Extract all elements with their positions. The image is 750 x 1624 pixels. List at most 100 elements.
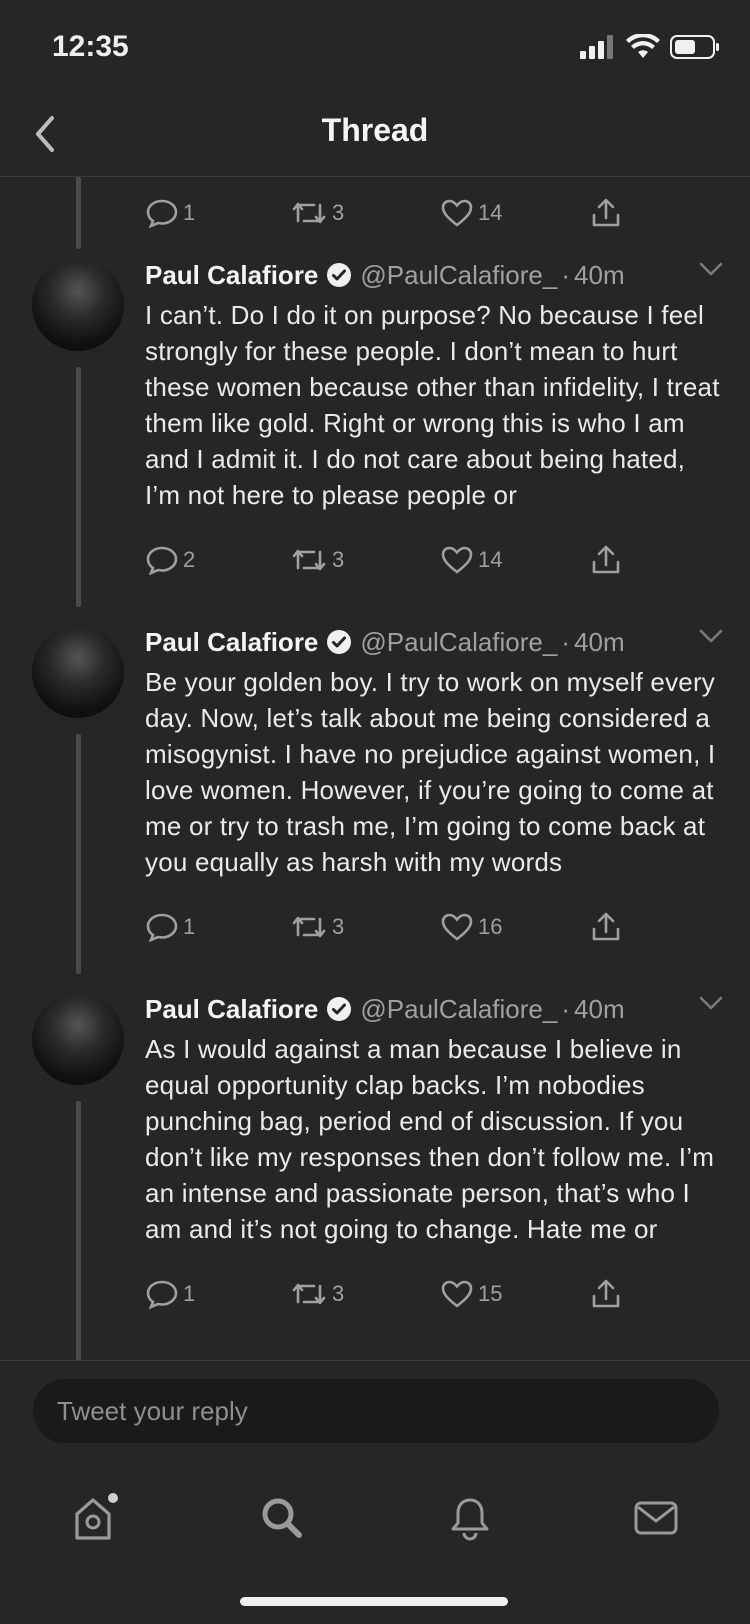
retweet-count: 3: [332, 914, 345, 939]
thread-line: [76, 177, 81, 249]
tweet-options-button[interactable]: [698, 628, 724, 649]
retweet-button[interactable]: 3: [290, 546, 440, 574]
navigation-bar: Thread: [0, 92, 750, 177]
status-time: 12:35: [52, 30, 129, 63]
like-button[interactable]: 14: [440, 545, 590, 575]
speech-bubble-icon: [146, 913, 178, 942]
tweet-text: Be your golden boy. I try to work on mys…: [145, 667, 716, 877]
share-button[interactable]: [590, 911, 622, 943]
speech-bubble-icon: [146, 1280, 178, 1309]
share-button[interactable]: [590, 1278, 622, 1310]
author-name[interactable]: Paul Calafiore: [145, 260, 318, 291]
retweet-button[interactable]: 3: [290, 1280, 440, 1308]
chevron-down-icon: [699, 629, 723, 643]
tweet[interactable]: Paul Calafiore @PaulCalafiore_ · 40m I c…: [0, 249, 750, 616]
author-handle[interactable]: @PaulCalafiore_: [360, 627, 557, 658]
chevron-down-icon: [699, 262, 723, 276]
reply-button[interactable]: 2: [145, 545, 290, 575]
speech-bubble-icon: [146, 199, 178, 228]
retweet-count: 3: [332, 200, 345, 225]
like-count: 15: [478, 1281, 503, 1306]
status-bar: 12:35: [0, 0, 750, 92]
tweet-header: Paul Calafiore @PaulCalafiore_ · 40m: [145, 620, 722, 664]
retweet-button[interactable]: 3: [290, 199, 440, 227]
like-count: 14: [478, 547, 503, 572]
tweet-header: Paul Calafiore @PaulCalafiore_ · 40m: [145, 253, 722, 297]
heart-icon: [441, 199, 473, 227]
author-handle[interactable]: @PaulCalafiore_: [360, 994, 557, 1025]
tab-bar: [0, 1464, 750, 1624]
heart-icon: [441, 546, 473, 574]
bell-icon: [451, 1498, 489, 1541]
verified-badge-icon: [326, 996, 352, 1022]
separator-dot: ·: [561, 626, 571, 657]
reply-count: 1: [183, 1281, 196, 1306]
tweet-text: I can’t. Do I do it on purpose? No becau…: [145, 300, 720, 510]
page-title: Thread: [321, 112, 429, 148]
search-icon: [262, 1498, 302, 1538]
tab-home[interactable]: [64, 1488, 124, 1548]
share-button[interactable]: [590, 544, 622, 576]
tweet[interactable]: Paul Calafiore @PaulCalafiore_ · 40m As …: [0, 983, 750, 1360]
separator-dot: ·: [561, 259, 571, 290]
reply-count: 1: [183, 200, 196, 225]
retweet-icon: [292, 202, 326, 224]
action-bar: 1 3 16: [145, 890, 722, 964]
mail-icon: [634, 1501, 678, 1535]
tweet-text: As I would against a man because I belie…: [145, 1034, 715, 1244]
reply-button[interactable]: 1: [145, 198, 290, 228]
retweet-icon: [292, 1283, 326, 1305]
like-button[interactable]: 14: [440, 198, 590, 228]
like-button[interactable]: 16: [440, 912, 590, 942]
reply-button[interactable]: 1: [145, 912, 290, 942]
share-icon: [592, 1279, 620, 1308]
tweet-header: Paul Calafiore @PaulCalafiore_ · 40m: [145, 987, 722, 1031]
tweet-time: 40m: [574, 259, 625, 290]
like-count: 16: [478, 914, 503, 939]
share-button[interactable]: [590, 197, 622, 229]
reply-button[interactable]: 1: [145, 1279, 290, 1309]
heart-icon: [441, 1280, 473, 1308]
retweet-count: 3: [332, 1281, 345, 1306]
verified-badge-icon: [326, 262, 352, 288]
home-icon: [75, 1493, 118, 1540]
tab-search[interactable]: [252, 1488, 312, 1548]
reply-input[interactable]: Tweet your reply: [33, 1379, 719, 1443]
tweet-time: 40m: [574, 993, 625, 1024]
author-handle[interactable]: @PaulCalafiore_: [360, 260, 557, 291]
wifi-icon: [626, 34, 660, 58]
reply-bar: Tweet your reply: [0, 1360, 750, 1465]
tab-messages[interactable]: [626, 1488, 686, 1548]
retweet-count: 3: [332, 547, 345, 572]
tab-notifications[interactable]: [440, 1488, 500, 1548]
home-indicator: [240, 1597, 508, 1606]
speech-bubble-icon: [146, 546, 178, 575]
author-name[interactable]: Paul Calafiore: [145, 627, 318, 658]
thread-list[interactable]: 1 3 14 Paul Calafiore @PaulCalafiore_ · …: [0, 177, 750, 1360]
action-bar: 1 3 15: [145, 1257, 722, 1331]
verified-badge-icon: [326, 629, 352, 655]
status-icons: [580, 34, 720, 60]
retweet-icon: [292, 916, 326, 938]
tweet-options-button[interactable]: [698, 995, 724, 1016]
action-bar: 1 3 14: [145, 177, 622, 249]
reply-count: 2: [183, 547, 196, 572]
previous-tweet-actions: 1 3 14: [0, 177, 750, 249]
tweet[interactable]: Paul Calafiore @PaulCalafiore_ · 40m Be …: [0, 616, 750, 983]
like-count: 14: [478, 200, 503, 225]
retweet-button[interactable]: 3: [290, 913, 440, 941]
tweet-options-button[interactable]: [698, 261, 724, 282]
heart-icon: [441, 913, 473, 941]
separator-dot: ·: [561, 993, 571, 1024]
share-icon: [592, 912, 620, 941]
share-icon: [592, 198, 620, 227]
reply-count: 1: [183, 914, 196, 939]
author-name[interactable]: Paul Calafiore: [145, 994, 318, 1025]
tweet-time: 40m: [574, 626, 625, 657]
share-icon: [592, 545, 620, 574]
like-button[interactable]: 15: [440, 1279, 590, 1309]
retweet-icon: [292, 549, 326, 571]
cellular-signal-icon: [580, 35, 613, 59]
battery-icon: [670, 35, 719, 59]
action-bar: 2 3 14: [145, 523, 722, 597]
